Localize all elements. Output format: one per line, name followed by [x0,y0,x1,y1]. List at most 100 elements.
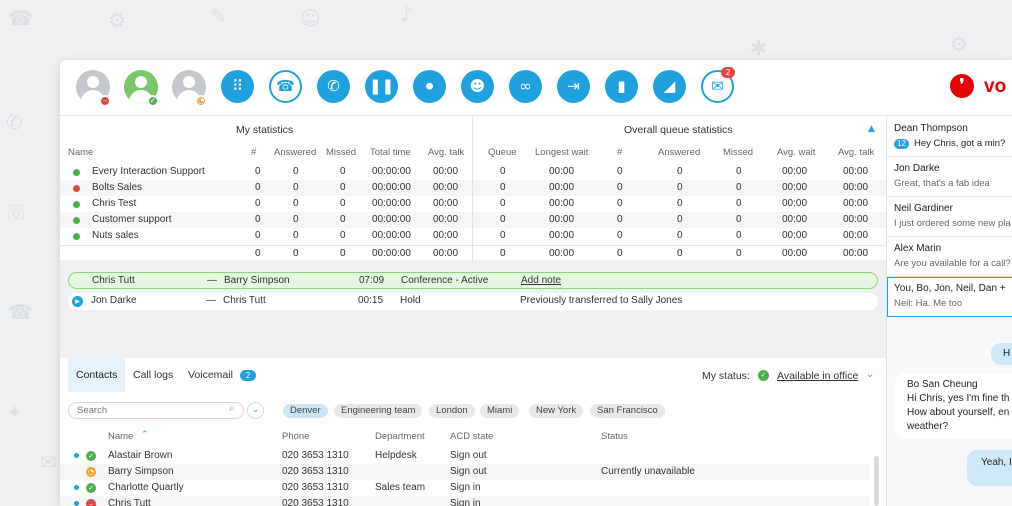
chat-conversation-item[interactable]: Dean Thompson 12 Hey Chris, got a min? [887,117,1012,157]
overall-stat-cell: 0 [500,214,506,225]
call-separator: — [207,275,217,286]
background-gear-icon: ⚙ [950,32,968,56]
contact-row[interactable]: ✓ Charlotte Quartly 020 3653 1310 Sales tea… [60,480,870,496]
chevron-down-icon[interactable]: ⌄ [866,369,874,380]
filter-dropdown-icon[interactable]: ⌄ [247,402,264,419]
hangup-icon[interactable]: ☎ [269,70,302,103]
my-stat-cell: 0 [293,214,299,225]
queue-name: Chris Test [92,198,137,209]
col-avg-wait: Avg. wait [777,147,816,158]
call-row-active[interactable]: Chris Tutt — Barry Simpson 07:09 Confere… [68,272,878,289]
transfer-call-icon[interactable]: ✆ [317,70,350,103]
col-department: Department [375,431,425,442]
overall-stat-cell: 0 [677,198,683,209]
conference-icon[interactable]: ☻ [461,70,494,103]
statistics-icon[interactable]: ▮ [605,70,638,103]
my-status-value[interactable]: Available in office [777,370,858,382]
location-filter-chip[interactable]: Engineering team [334,404,423,418]
tab-voicemail[interactable]: Voicemail [180,358,241,392]
conversation-preview-text: Neil: Ha. Me too [894,298,963,309]
chat-badge: 2 [721,67,735,78]
contact-row[interactable]: ◔ Barry Simpson 020 3653 1310 Sign out Curre… [60,464,870,480]
overall-stat-cell: 0 [736,214,742,225]
queue-row[interactable]: Bolts Sales 0 0 0 00:00:00 00:00 0 00:00 0 0 0 00:0… [60,180,886,196]
chat-conversation-item[interactable]: Neil Gardiner I just ordered some new pla [887,197,1012,237]
chat-conversation-item[interactable]: Alex Marin Are you available for a call? [887,237,1012,277]
conversation-preview-text: I just ordered some new pla [894,218,1011,229]
col-overall-avg-talk: Avg. talk [838,147,875,158]
queue-status-icon [73,201,80,208]
conversation-preview-text: Are you available for a call? [894,258,1011,269]
overall-stat-cell: 00:00 [843,230,869,241]
sort-ascending-icon[interactable]: ⌃ [141,430,149,440]
location-filter-chip[interactable]: San Francisco [590,404,665,418]
play-icon[interactable]: ▶ [72,296,83,307]
my-stat-cell: 00:00:00 [372,166,411,177]
tab-call-logs[interactable]: Call logs [125,358,181,392]
overall-stat-cell: 0 [677,214,683,225]
queue-row[interactable]: Every Interaction Support 0 0 0 00:00:00 00:0… [60,164,886,180]
conversation-preview: Neil: Ha. Me too [894,298,1012,309]
busy-status-icon: – [86,499,96,506]
tab-contacts[interactable]: Contacts [68,358,126,392]
login-icon[interactable]: ⇥ [557,70,590,103]
add-note-link[interactable]: Add note [521,275,561,286]
collapse-icon[interactable]: ▲ [868,124,875,134]
my-total-cell: 00:00:00 [372,248,411,259]
my-total-cell: 0 [255,248,261,259]
col-contact-name[interactable]: Name [108,431,133,442]
dialpad-icon[interactable]: ⠿ [221,70,254,103]
contact-row[interactable]: – Chris Tutt 020 3653 1310 Sign in [60,496,870,506]
overall-stat-cell: 00:00 [549,198,575,209]
my-stat-cell: 00:00:00 [372,182,411,193]
overall-stat-cell: 0 [736,182,742,193]
search-icon[interactable]: ⌕ [229,403,235,414]
location-filter-chip[interactable]: London [429,404,475,418]
col-overall-missed: Missed [723,147,754,158]
chat-conversation-item[interactable]: You, Bo, Jon, Neil, Dan + Neil: Ha. Me to… [887,277,1012,317]
contact-row[interactable]: ✓ Alastair Brown 020 3653 1310 Helpdesk Sign… [60,448,870,464]
my-stat-cell: 0 [293,230,299,241]
my-stat-cell: 00:00 [433,198,459,209]
location-filter-chip[interactable]: Denver [283,404,328,418]
announcement-icon[interactable]: ◢ [653,70,686,103]
available-status-icon: ✓ [147,95,159,107]
contact-acd: Sign out [450,450,487,461]
contact-status: Currently unavailable [601,466,695,477]
search-input[interactable] [77,404,217,417]
chat-conversation-item[interactable]: Jon Darke Great, that's a fab idea [887,157,1012,197]
away-status-icon: ◔ [195,95,207,107]
overall-stat-cell: 0 [677,166,683,177]
queue-row[interactable]: Customer support 0 0 0 00:00:00 00:00 0 00:00 0 0… [60,212,886,228]
location-filter-chip[interactable]: Miami [480,404,520,418]
conversation-preview: Are you available for a call? [894,258,1012,269]
overall-stat-cell: 0 [736,230,742,241]
contacts-scrollbar[interactable] [874,456,879,506]
contact-name: Chris Tutt [108,498,151,506]
my-stat-cell: 00:00 [433,182,459,193]
queue-name: Nuts sales [92,230,139,241]
call-state: Conference - Active [401,275,489,286]
my-stat-cell: 0 [340,166,346,177]
col-name: Name [68,147,94,158]
my-statistics-title: My statistics [236,124,294,136]
col-total-time: Total time [370,147,411,158]
my-stat-cell: 00:00 [433,214,459,225]
call-row-hold[interactable]: ▶ Jon Darke — Chris Tutt 00:15 Hold Prev… [68,293,878,310]
pause-icon[interactable]: ❚❚ [365,70,398,103]
search-box: ⌕ [68,402,244,419]
queue-row[interactable]: Nuts sales 0 0 0 00:00:00 00:00 0 00:00 0 0 0 00:00… [60,228,886,244]
call-time: 00:15 [358,295,384,306]
overall-stat-cell: 0 [617,230,623,241]
microphone-icon[interactable]: ⏺ [413,70,446,103]
conversation-preview-text: Hey Chris, got a min? [914,138,1006,149]
voicemail-icon[interactable]: ∞ [509,70,542,103]
overall-total-cell: 00:00 [843,248,869,259]
location-filter-chip[interactable]: New York [529,404,584,418]
queue-row[interactable]: Chris Test 0 0 0 00:00:00 00:00 0 00:00 0 0 0 00:00… [60,196,886,212]
overall-stat-cell: 00:00 [843,214,869,225]
overall-total-cell: 0 [500,248,506,259]
overall-stat-cell: 00:00 [782,182,808,193]
overall-total-cell: 0 [736,248,742,259]
chat-bubble-other: Bo San Cheung Hi Chris, yes I'm fine th … [895,373,1012,439]
